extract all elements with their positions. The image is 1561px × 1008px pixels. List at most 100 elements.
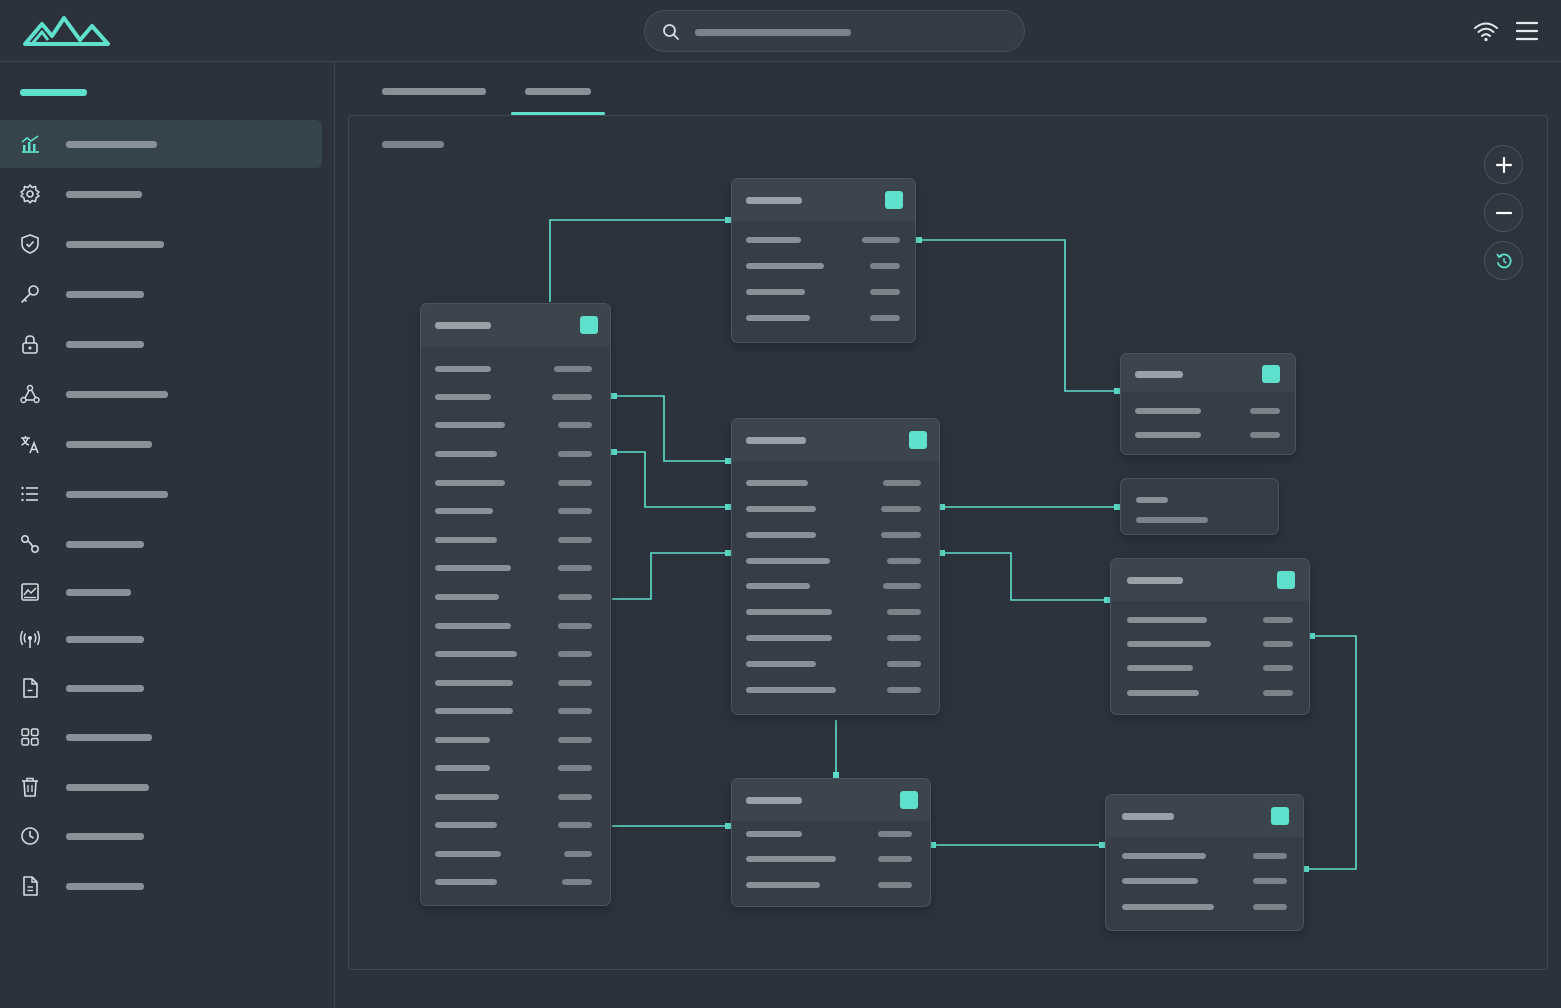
entity-table[interactable]: [1110, 558, 1310, 715]
tab-schema[interactable]: [511, 70, 605, 115]
entity-table[interactable]: [731, 778, 931, 907]
field-type: [1263, 617, 1293, 623]
entity-table[interactable]: [1120, 353, 1296, 455]
sidebar-item-label: [66, 291, 144, 298]
field-name: [435, 851, 501, 857]
primary-key-icon[interactable]: [580, 316, 598, 334]
sidebar-item-label: [66, 191, 142, 198]
field-type: [1253, 853, 1287, 859]
zoom-in-button[interactable]: [1484, 145, 1523, 184]
field-type: [883, 480, 921, 486]
field-type: [558, 737, 592, 743]
image-chart-icon: [21, 583, 39, 601]
sidebar-item-localization[interactable]: [0, 420, 322, 468]
logo-icon[interactable]: [22, 14, 112, 50]
entity-table[interactable]: [420, 303, 611, 906]
key-icon: [21, 285, 39, 303]
sidebar-item-label: [66, 341, 144, 348]
primary-key-icon[interactable]: [909, 431, 927, 449]
field-name: [746, 687, 836, 693]
sidebar-item-history[interactable]: [0, 812, 322, 860]
sidebar-item-settings[interactable]: [0, 170, 322, 218]
field-name: [1122, 878, 1198, 884]
field-type: [562, 879, 592, 885]
field-type: [564, 851, 592, 857]
field-type: [1250, 432, 1280, 438]
sidebar-item-trash[interactable]: [0, 763, 322, 811]
field-type: [870, 315, 900, 321]
sidebar-item-security[interactable]: [0, 220, 322, 268]
entity-note[interactable]: [1120, 478, 1279, 535]
field-type: [870, 289, 900, 295]
field-name: [435, 394, 491, 400]
top-bar: [0, 0, 1561, 62]
entity-title: [746, 197, 802, 204]
field-name: [435, 422, 505, 428]
zoom-out-button[interactable]: [1484, 193, 1523, 232]
field-name: [435, 480, 505, 486]
field-name: [746, 315, 810, 321]
field-name: [435, 765, 490, 771]
history-icon: [21, 827, 39, 845]
field-name: [746, 558, 830, 564]
field-type: [1263, 665, 1293, 671]
sidebar-item-access[interactable]: [0, 320, 322, 368]
field-type: [887, 661, 921, 667]
entity-title: [746, 797, 802, 804]
search-bar[interactable]: [644, 10, 1025, 52]
sidebar-item-label: [66, 734, 152, 741]
gear-icon: [20, 184, 40, 204]
entity-title: [1127, 577, 1183, 584]
field-type: [558, 708, 592, 714]
sidebar-item-lists[interactable]: [0, 470, 322, 518]
field-name: [746, 609, 832, 615]
entity-table[interactable]: [731, 418, 940, 715]
entity-title: [746, 437, 806, 444]
canvas-title: [382, 141, 444, 148]
sidebar-item-label: [66, 491, 168, 498]
sidebar-item-label: [66, 391, 168, 398]
primary-key-icon[interactable]: [1262, 365, 1280, 383]
reset-view-button[interactable]: [1484, 241, 1523, 280]
sidebar-item-label: [66, 883, 144, 890]
sidebar-item-keys[interactable]: [0, 270, 322, 318]
hamburger-menu-icon[interactable]: [1514, 20, 1540, 42]
primary-key-icon[interactable]: [1271, 807, 1289, 825]
field-type: [878, 856, 912, 862]
field-name: [746, 237, 801, 243]
sidebar-item-webhooks[interactable]: [0, 370, 322, 418]
list-icon: [21, 486, 38, 502]
document-icon: [23, 876, 38, 896]
field-name: [1127, 690, 1199, 696]
entity-table[interactable]: [731, 178, 916, 343]
wifi-icon[interactable]: [1473, 20, 1499, 42]
file-icon: [23, 678, 38, 698]
tab-first[interactable]: [372, 70, 496, 115]
sidebar-item-workflows[interactable]: [0, 520, 322, 568]
field-name: [746, 289, 805, 295]
field-type: [558, 765, 592, 771]
field-type: [881, 506, 921, 512]
sidebar-item-label: [66, 141, 157, 148]
field-name: [435, 623, 511, 629]
sidebar-item-analytics[interactable]: [0, 120, 322, 168]
field-type: [558, 508, 592, 514]
field-type: [558, 451, 592, 457]
field-type: [552, 394, 592, 400]
primary-key-icon[interactable]: [900, 791, 918, 809]
entity-title: [1136, 497, 1168, 503]
field-type: [558, 794, 592, 800]
search-input[interactable]: [695, 29, 851, 36]
sidebar-item-label: [66, 441, 152, 448]
minus-icon: [1495, 211, 1513, 215]
field-type: [1250, 408, 1280, 414]
entity-table[interactable]: [1105, 794, 1304, 931]
primary-key-icon[interactable]: [1277, 571, 1295, 589]
sidebar-item-broadcast[interactable]: [0, 615, 322, 663]
sidebar-item-apps[interactable]: [0, 713, 322, 761]
sidebar-item-documents[interactable]: [0, 862, 322, 910]
sidebar-item-media[interactable]: [0, 568, 322, 616]
primary-key-icon[interactable]: [885, 191, 903, 209]
field-name: [435, 451, 497, 457]
sidebar-item-files[interactable]: [0, 664, 322, 712]
